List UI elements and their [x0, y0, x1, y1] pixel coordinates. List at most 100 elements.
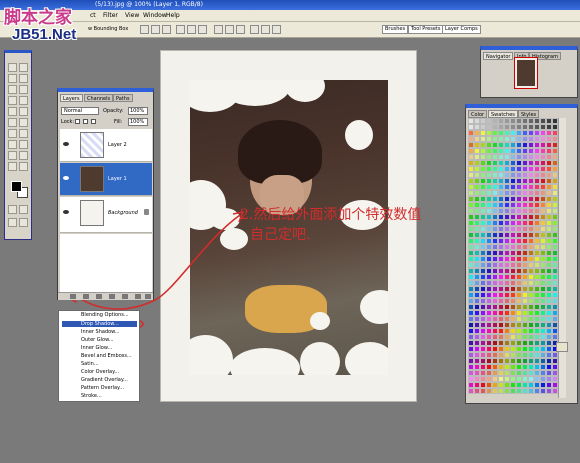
- delete-layer-icon[interactable]: [145, 294, 151, 299]
- show-bounding-box-label[interactable]: w Bounding Box: [88, 26, 128, 32]
- tab-color[interactable]: Color: [468, 110, 488, 118]
- marquee-tool-icon[interactable]: [8, 63, 17, 72]
- hand-tool-icon[interactable]: [8, 162, 17, 171]
- menu-item-window[interactable]: Window: [143, 12, 167, 19]
- options-bar: w Bounding Box Brushes Tool Presets Laye…: [0, 22, 580, 38]
- blend-mode-select[interactable]: Normal: [61, 107, 99, 115]
- menu-item-drop-shadow[interactable]: Drop Shadow...: [62, 321, 137, 327]
- dodge-tool-icon[interactable]: [8, 129, 17, 138]
- lasso-tool-icon[interactable]: [8, 74, 17, 83]
- link-layers-icon[interactable]: [70, 294, 76, 299]
- menu-item-stroke[interactable]: Stroke...: [81, 393, 102, 399]
- layer-row[interactable]: Layer 2: [60, 129, 152, 162]
- menu-item-blending-options[interactable]: Blending Options...: [81, 312, 129, 318]
- visibility-eye-icon[interactable]: [63, 210, 69, 214]
- new-swatch-icon[interactable]: [556, 342, 568, 352]
- align-left-button[interactable]: [176, 25, 185, 34]
- eyedropper-tool-icon[interactable]: [19, 151, 28, 160]
- menu-item-bevel-and-emboss[interactable]: Bevel and Emboss...: [81, 353, 132, 359]
- layer-row-selected[interactable]: Layer 1: [60, 163, 152, 196]
- clone-stamp-tool-icon[interactable]: [8, 107, 17, 116]
- visibility-eye-icon[interactable]: [63, 142, 69, 146]
- quick-mask-mode-icon[interactable]: [19, 205, 28, 214]
- tutorial-annotation: 2.然后给外面添加个特效数值 自己定吧.: [240, 205, 421, 245]
- annotation-line-2: 自己定吧.: [250, 227, 311, 243]
- menu-item-edit-fragment[interactable]: ct: [90, 12, 96, 19]
- new-layer-icon[interactable]: [135, 294, 141, 299]
- layer-style-menu: Blending Options... Drop Shadow... Inner…: [58, 310, 140, 402]
- notes-tool-icon[interactable]: [8, 151, 17, 160]
- align-vcenter-button[interactable]: [151, 25, 160, 34]
- tab-swatches[interactable]: Swatches: [488, 110, 518, 118]
- zoom-tool-icon[interactable]: [19, 162, 28, 171]
- align-hcenter-button[interactable]: [187, 25, 196, 34]
- tab-styles[interactable]: Styles: [518, 110, 540, 118]
- swatches-scrollbar[interactable]: [558, 118, 566, 398]
- magic-wand-tool-icon[interactable]: [19, 74, 28, 83]
- add-layer-style-icon[interactable]: [83, 294, 89, 299]
- document-title: (5/13).jpg @ 100% (Layer 1, RGB/8): [95, 1, 203, 8]
- torn-edge-blob: [345, 120, 373, 150]
- crop-tool-icon[interactable]: [8, 85, 17, 94]
- foreground-color-swatch[interactable]: [11, 181, 22, 192]
- slice-tool-icon[interactable]: [19, 85, 28, 94]
- healing-brush-tool-icon[interactable]: [8, 96, 17, 105]
- layer-thumbnail: [80, 200, 104, 226]
- swatch-grid[interactable]: [468, 118, 558, 398]
- torn-edge-blob: [285, 80, 325, 102]
- menu-item-outer-glow[interactable]: Outer Glow...: [81, 337, 114, 343]
- opacity-label: Opacity:: [103, 108, 124, 114]
- move-tool-icon[interactable]: [19, 63, 28, 72]
- align-top-button[interactable]: [140, 25, 149, 34]
- distribute-left-button[interactable]: [250, 25, 259, 34]
- lock-transparency-checkbox[interactable]: [75, 119, 80, 124]
- opacity-field[interactable]: 100%: [128, 107, 148, 115]
- add-mask-icon[interactable]: [96, 294, 102, 299]
- gradient-tool-icon[interactable]: [19, 118, 28, 127]
- tab-tool-presets[interactable]: Tool Presets: [408, 25, 444, 34]
- tab-paths[interactable]: Paths: [113, 94, 133, 102]
- layer-row[interactable]: Background: [60, 197, 152, 233]
- distribute-top-button[interactable]: [214, 25, 223, 34]
- path-select-tool-icon[interactable]: [8, 140, 17, 149]
- menu-item-inner-shadow[interactable]: Inner Shadow...: [81, 329, 120, 335]
- screen-mode-standard-icon[interactable]: [8, 218, 17, 227]
- distribute-bottom-button[interactable]: [236, 25, 245, 34]
- navigator-preview[interactable]: [514, 57, 538, 89]
- tab-navigator[interactable]: Navigator: [483, 52, 514, 60]
- menu-item-filter[interactable]: Filter: [103, 12, 118, 19]
- lock-position-checkbox[interactable]: [91, 119, 96, 124]
- history-brush-tool-icon[interactable]: [19, 107, 28, 116]
- menu-item-gradient-overlay[interactable]: Gradient Overlay...: [81, 377, 128, 383]
- menu-item-color-overlay[interactable]: Color Overlay...: [81, 369, 119, 375]
- tab-brushes[interactable]: Brushes: [382, 25, 409, 34]
- distribute-vcenter-button[interactable]: [225, 25, 234, 34]
- tab-channels[interactable]: Channels: [84, 94, 114, 102]
- align-right-button[interactable]: [198, 25, 207, 34]
- new-group-icon[interactable]: [122, 294, 128, 299]
- menu-item-help[interactable]: Help: [166, 12, 180, 19]
- pen-tool-icon[interactable]: [19, 129, 28, 138]
- eraser-tool-icon[interactable]: [8, 118, 17, 127]
- screen-mode-full-icon[interactable]: [19, 218, 28, 227]
- menu-item-pattern-overlay[interactable]: Pattern Overlay...: [81, 385, 124, 391]
- brush-tool-icon[interactable]: [19, 96, 28, 105]
- distribute-right-button[interactable]: [272, 25, 281, 34]
- fill-field[interactable]: 100%: [128, 118, 148, 126]
- visibility-eye-icon[interactable]: [63, 176, 69, 180]
- menu-item-view[interactable]: View: [125, 12, 139, 19]
- toolbox: [4, 50, 32, 240]
- standard-mode-icon[interactable]: [8, 205, 17, 214]
- menu-item-satin[interactable]: Satin...: [81, 361, 99, 367]
- menu-bar: ct Filter View Window Help: [0, 10, 580, 22]
- type-tool-icon[interactable]: [19, 140, 28, 149]
- lock-icon: [144, 209, 149, 215]
- menu-item-inner-glow[interactable]: Inner Glow...: [81, 345, 112, 351]
- tab-layer-comps[interactable]: Layer Comps: [442, 25, 481, 34]
- lock-pixels-checkbox[interactable]: [83, 119, 88, 124]
- new-fill-layer-icon[interactable]: [109, 294, 115, 299]
- torn-edge-blob: [300, 342, 340, 375]
- tab-layers[interactable]: Layers: [60, 94, 83, 102]
- align-bottom-button[interactable]: [162, 25, 171, 34]
- distribute-hcenter-button[interactable]: [261, 25, 270, 34]
